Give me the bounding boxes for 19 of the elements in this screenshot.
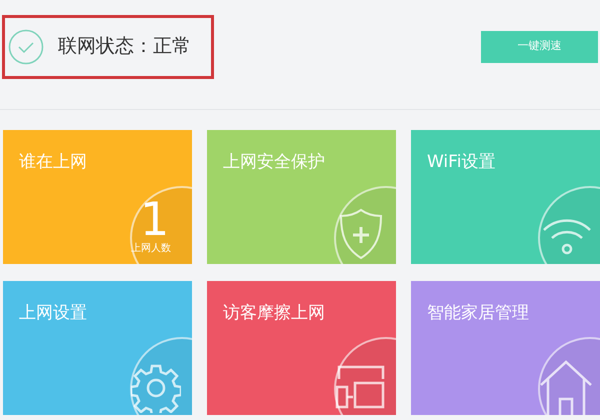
tile-title: 访客摩擦上网 — [223, 302, 325, 325]
feature-tile[interactable]: 智能家居管理 — [411, 281, 600, 415]
tile-title: 智能家居管理 — [427, 302, 529, 325]
speed-test-button[interactable]: 一键测速 — [481, 30, 598, 62]
feature-tile[interactable]: 上网设置 — [3, 281, 192, 415]
tile-title: 谁在上网 — [19, 151, 87, 174]
feature-tile[interactable]: 访客摩擦上网 — [207, 281, 396, 415]
user-count: 1 — [140, 196, 170, 242]
house-icon — [538, 359, 594, 415]
feature-tile[interactable]: WiFi设置 — [411, 130, 600, 264]
feature-tile[interactable]: 上网安全保护 — [207, 130, 396, 264]
tile-title: WiFi设置 — [427, 151, 496, 174]
gear-icon — [131, 363, 181, 413]
tile-title: 上网设置 — [19, 302, 87, 325]
tile-title: 上网安全保护 — [223, 151, 325, 174]
check-icon — [8, 28, 44, 64]
connection-status: 联网状态：正常 — [58, 34, 191, 60]
devices-icon — [335, 365, 385, 409]
shield-icon — [338, 208, 384, 260]
